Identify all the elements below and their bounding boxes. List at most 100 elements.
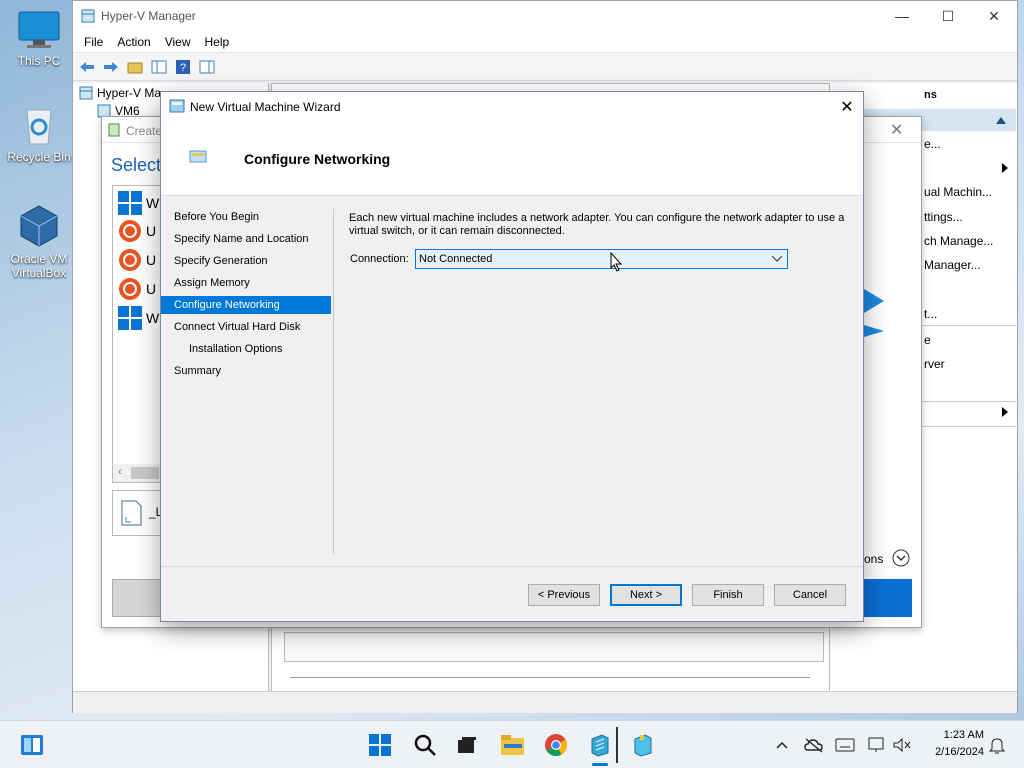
divider: [910, 325, 1018, 326]
toolbar: ?: [73, 53, 1017, 81]
previous-button[interactable]: < Previous: [528, 584, 600, 606]
close-icon[interactable]: ✕: [831, 97, 863, 117]
nav-summary[interactable]: Summary: [173, 362, 331, 380]
forward-arrow-icon[interactable]: [101, 57, 121, 77]
finish-button[interactable]: Finish: [692, 584, 764, 606]
hyperv-manager-taskbar-icon[interactable]: [588, 733, 612, 757]
action-item[interactable]: ual Machin...: [924, 185, 992, 199]
task-view-icon[interactable]: [455, 733, 479, 757]
hyperv-title-bar: Hyper-V Manager — ☐ ✕: [73, 1, 1017, 31]
collapse-up-icon: [996, 117, 1006, 124]
connection-select[interactable]: Not Connected: [415, 249, 788, 269]
list-item[interactable]: U: [118, 219, 156, 243]
connection-label: Connection:: [350, 253, 409, 265]
hyperv-node-icon: [79, 86, 93, 100]
nav-installation-options[interactable]: Installation Options: [188, 340, 331, 358]
create-title: Create: [126, 124, 163, 138]
submenu-arrow-icon: [1002, 407, 1008, 417]
vm-connect-taskbar-icon[interactable]: [631, 733, 655, 757]
show-hide-action-pane-icon[interactable]: [197, 57, 217, 77]
taskbar: 1:23 AM 2/16/2024: [0, 720, 1024, 768]
scrollbar-thumb[interactable]: [131, 467, 159, 479]
keyboard-icon[interactable]: [833, 733, 857, 757]
close-icon[interactable]: ✕: [890, 120, 903, 140]
menu-help[interactable]: Help: [198, 35, 237, 49]
list-item[interactable]: U: [118, 248, 156, 272]
onedrive-offline-icon[interactable]: [802, 733, 826, 757]
create-app-icon: [108, 123, 120, 137]
action-item[interactable]: ttings...: [924, 210, 963, 224]
wizard-nav: Before You Begin Specify Name and Locati…: [161, 197, 333, 557]
chevron-down-icon: [772, 256, 782, 262]
action-item[interactable]: e...: [924, 137, 941, 151]
desktop-icon-virtualbox[interactable]: Oracle VM VirtualBox: [4, 204, 74, 280]
chevron-up-icon[interactable]: [770, 733, 794, 757]
show-hide-tree-icon[interactable]: [149, 57, 169, 77]
minimize-icon[interactable]: —: [879, 1, 925, 31]
tree-root[interactable]: Hyper-V Ma: [79, 86, 161, 100]
svg-text:?: ?: [180, 62, 186, 74]
search-icon[interactable]: [413, 733, 437, 757]
scroll-line: [290, 677, 810, 678]
recycle-bin-icon: [26, 109, 52, 145]
list-item[interactable]: U: [118, 277, 156, 301]
maximize-icon[interactable]: ☐: [925, 1, 971, 31]
menu-action[interactable]: Action: [110, 35, 157, 49]
back-arrow-icon[interactable]: [77, 57, 97, 77]
nav-divider: [333, 209, 334, 554]
windows-logo-icon: [118, 306, 142, 330]
active-indicator: [592, 763, 608, 766]
virtualbox-icon: [20, 205, 58, 247]
next-button[interactable]: Next >: [610, 584, 682, 606]
window-title: Hyper-V Manager: [101, 9, 196, 23]
volume-muted-icon[interactable]: [890, 733, 914, 757]
file-box: _L: [112, 490, 162, 536]
start-icon[interactable]: [368, 733, 392, 757]
list-item[interactable]: W: [118, 306, 159, 330]
nav-specify-generation[interactable]: Specify Generation: [173, 252, 331, 270]
chevron-left-icon[interactable]: ‹: [118, 466, 122, 478]
nav-configure-networking[interactable]: Configure Networking: [161, 296, 331, 314]
network-icon[interactable]: [866, 733, 890, 757]
list-item-label: W: [146, 195, 160, 211]
widgets-icon[interactable]: [20, 733, 44, 757]
create-primary-button[interactable]: [860, 579, 912, 617]
list-item-label: U: [146, 223, 157, 239]
action-item[interactable]: ch Manage...: [924, 234, 993, 248]
mouse-cursor-icon: [610, 252, 622, 272]
list-item-label: U: [146, 281, 157, 297]
menu-bar: File Action View Help: [73, 31, 1017, 53]
close-icon[interactable]: ✕: [971, 1, 1017, 31]
action-item[interactable]: e: [924, 333, 931, 347]
create-button[interactable]: [112, 579, 162, 617]
wizard-title: New Virtual Machine Wizard: [190, 100, 341, 114]
nav-specify-name-location[interactable]: Specify Name and Location: [173, 230, 331, 248]
menu-view[interactable]: View: [158, 35, 198, 49]
desktop-icon-recycle-bin[interactable]: Recycle Bin: [4, 104, 74, 164]
notification-bell-icon[interactable]: [985, 733, 1009, 757]
file-explorer-icon[interactable]: [500, 733, 524, 757]
up-folder-icon[interactable]: [125, 57, 145, 77]
wizard-app-icon: [169, 99, 185, 113]
action-item[interactable]: Manager...: [924, 258, 981, 272]
desktop-icon-this-pc[interactable]: This PC: [4, 10, 74, 68]
menu-file[interactable]: File: [77, 35, 110, 49]
windows-logo-icon: [118, 191, 142, 215]
desktop-icon-label: This PC: [17, 54, 61, 68]
tree-root-label: Hyper-V Ma: [97, 86, 162, 100]
action-item[interactable]: rver: [924, 357, 945, 371]
clock-time[interactable]: 1:23 AM: [920, 729, 984, 741]
chevron-down-circle-icon[interactable]: [892, 549, 910, 567]
chrome-icon[interactable]: [544, 733, 568, 757]
clock-date[interactable]: 2/16/2024: [920, 746, 984, 758]
os-list: W U U U W ‹: [112, 185, 162, 483]
list-item[interactable]: W: [118, 191, 159, 215]
cancel-button[interactable]: Cancel: [774, 584, 846, 606]
nav-assign-memory[interactable]: Assign Memory: [173, 274, 331, 292]
horizontal-scrollbar[interactable]: ‹: [113, 464, 161, 482]
nav-connect-virtual-hard-disk[interactable]: Connect Virtual Hard Disk: [173, 318, 331, 336]
divider: [910, 426, 1018, 427]
help-icon[interactable]: ?: [173, 57, 193, 77]
action-item[interactable]: t...: [924, 307, 937, 321]
nav-before-you-begin[interactable]: Before You Begin: [173, 208, 331, 226]
